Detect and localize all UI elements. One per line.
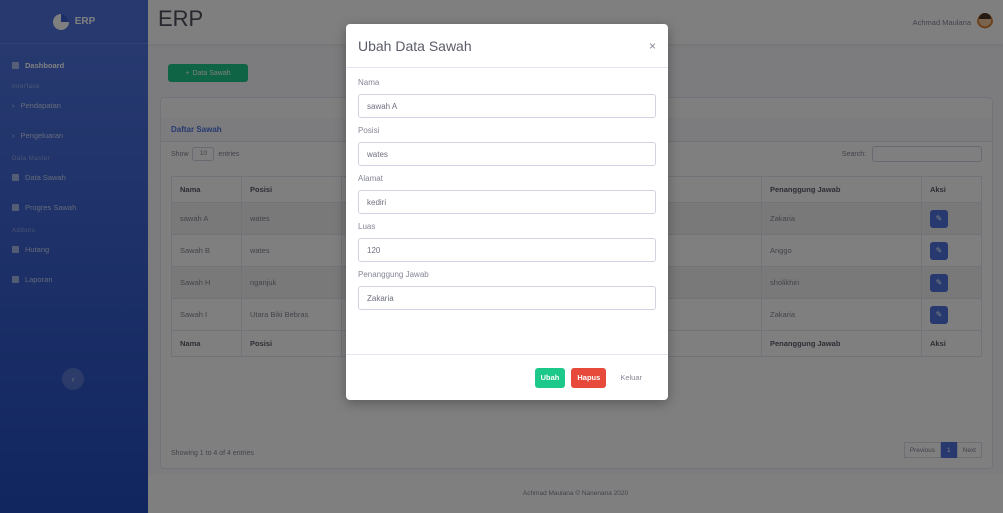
form-group-posisi: Posisi wates bbox=[358, 124, 656, 166]
keluar-button[interactable]: Keluar bbox=[612, 368, 648, 388]
luas-label: Luas bbox=[358, 222, 376, 231]
modal-header: Ubah Data Sawah × bbox=[346, 24, 668, 68]
pj-field[interactable]: Zakaria bbox=[358, 286, 656, 310]
pj-label: Penanggung Jawab bbox=[358, 270, 429, 279]
posisi-field[interactable]: wates bbox=[358, 142, 656, 166]
close-icon[interactable]: × bbox=[649, 39, 656, 53]
alamat-label: Alamat bbox=[358, 174, 383, 183]
modal-title: Ubah Data Sawah bbox=[358, 37, 472, 54]
alamat-field[interactable]: kediri bbox=[358, 190, 656, 214]
luas-field[interactable]: 120 bbox=[358, 238, 656, 262]
modal-body: Nama sawah A Posisi wates Alamat kediri … bbox=[346, 68, 668, 310]
form-group-alamat: Alamat kediri bbox=[358, 172, 656, 214]
form-group-luas: Luas 120 bbox=[358, 220, 656, 262]
form-group-pj: Penanggung Jawab Zakaria bbox=[358, 268, 656, 310]
ubah-button[interactable]: Ubah bbox=[534, 367, 566, 388]
hapus-button[interactable]: Hapus bbox=[571, 367, 607, 388]
posisi-label: Posisi bbox=[358, 126, 380, 135]
form-group-nama: Nama sawah A bbox=[358, 76, 656, 118]
modal-footer: Ubah Hapus Keluar bbox=[346, 354, 668, 400]
edit-sawah-modal: Ubah Data Sawah × Nama sawah A Posisi wa… bbox=[346, 24, 668, 400]
nama-field[interactable]: sawah A bbox=[358, 94, 656, 118]
nama-label: Nama bbox=[358, 78, 380, 87]
